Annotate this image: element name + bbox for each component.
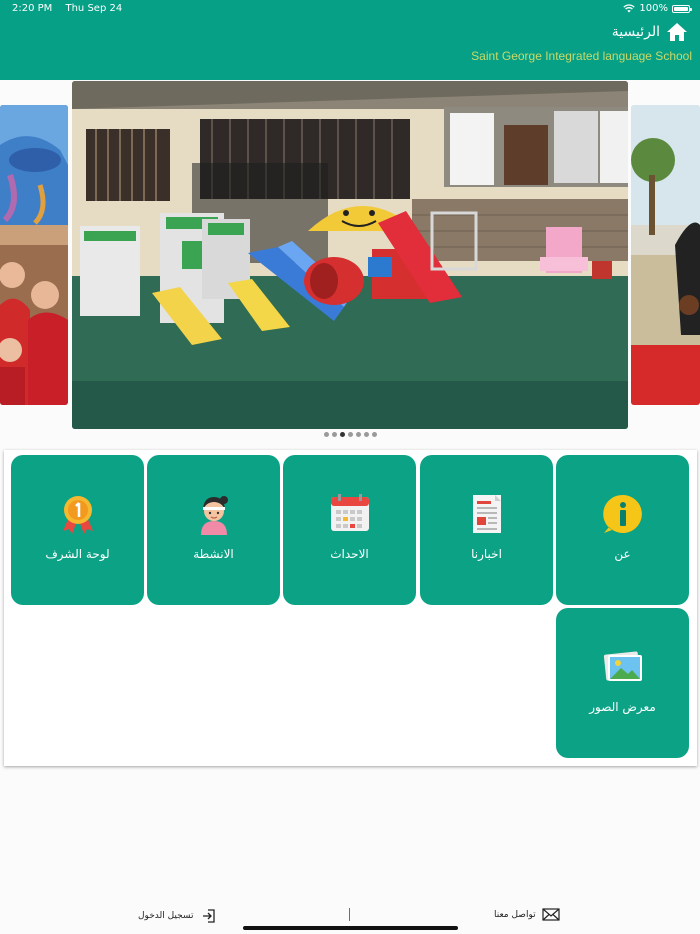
carousel-dot[interactable] [363, 432, 369, 437]
medal-icon [63, 496, 93, 534]
carousel-dot[interactable] [331, 432, 337, 437]
carousel-dot[interactable] [323, 432, 329, 437]
menu-activities-label: الانشطة [193, 547, 234, 561]
home-icon[interactable] [666, 22, 688, 42]
login-icon [203, 909, 216, 923]
menu-gallery-button[interactable]: معرض الصور [556, 608, 689, 758]
contact-label: تواصل معنا [494, 909, 536, 920]
outdoor-photo [631, 105, 700, 405]
menu-events-label: الاحداث [330, 547, 369, 561]
carousel-dot[interactable] [371, 432, 377, 437]
status-bar-left: 2:20 PM Thu Sep 24 [12, 3, 132, 14]
menu-news-label: اخبارنا [471, 547, 502, 561]
status-bar-right: 100% [623, 3, 692, 14]
menu-about-button[interactable]: عن [556, 455, 689, 605]
menu-honor-board-button[interactable]: لوحة الشرف [11, 455, 144, 605]
menu-honor-board-label: لوحة الشرف [45, 547, 110, 561]
battery-percent: 100% [639, 3, 668, 14]
page-title: الرئيسية [611, 24, 660, 40]
app-header: 2:20 PM Thu Sep 24 100% الرئيسية Saint G… [0, 0, 700, 80]
divider [349, 908, 350, 921]
gallery-icon [603, 651, 642, 681]
bottom-bar: تسجيل الدخول تواصل معنا [0, 896, 700, 934]
carousel-slide-next[interactable] [631, 105, 700, 405]
contact-button[interactable]: تواصل معنا [494, 908, 560, 921]
menu-about-label: عن [614, 547, 631, 561]
classroom-photo [0, 105, 68, 405]
menu-activities-button[interactable]: الانشطة [147, 455, 280, 605]
menu-gallery-label: معرض الصور [589, 700, 656, 714]
main-menu: عن اخبارنا الاحداث الانشطة لوحة الشرف مع… [4, 450, 697, 766]
wifi-icon [623, 4, 636, 13]
image-carousel[interactable] [0, 81, 700, 431]
login-button[interactable]: تسجيل الدخول [138, 908, 217, 924]
playground-photo [72, 81, 628, 429]
carousel-slide-prev[interactable] [0, 105, 68, 405]
carousel-pagination[interactable] [0, 432, 700, 437]
carousel-dot-active[interactable] [339, 432, 345, 437]
carousel-dot[interactable] [347, 432, 353, 437]
carousel-dot[interactable] [355, 432, 361, 437]
home-indicator[interactable] [243, 926, 458, 930]
status-date: Thu Sep 24 [65, 3, 123, 14]
menu-news-button[interactable]: اخبارنا [420, 455, 553, 605]
header-home[interactable]: الرئيسية [612, 22, 688, 42]
info-icon [603, 494, 642, 533]
battery-icon [672, 4, 692, 13]
envelope-icon [542, 908, 560, 921]
calendar-icon [331, 494, 369, 531]
activities-icon [201, 496, 228, 535]
school-name: Saint George Integrated language School [471, 49, 692, 63]
login-label: تسجيل الدخول [138, 911, 194, 921]
news-icon [473, 495, 501, 533]
carousel-slide-active[interactable] [72, 81, 628, 429]
status-time: 2:20 PM [12, 3, 53, 14]
menu-events-button[interactable]: الاحداث [283, 455, 416, 605]
